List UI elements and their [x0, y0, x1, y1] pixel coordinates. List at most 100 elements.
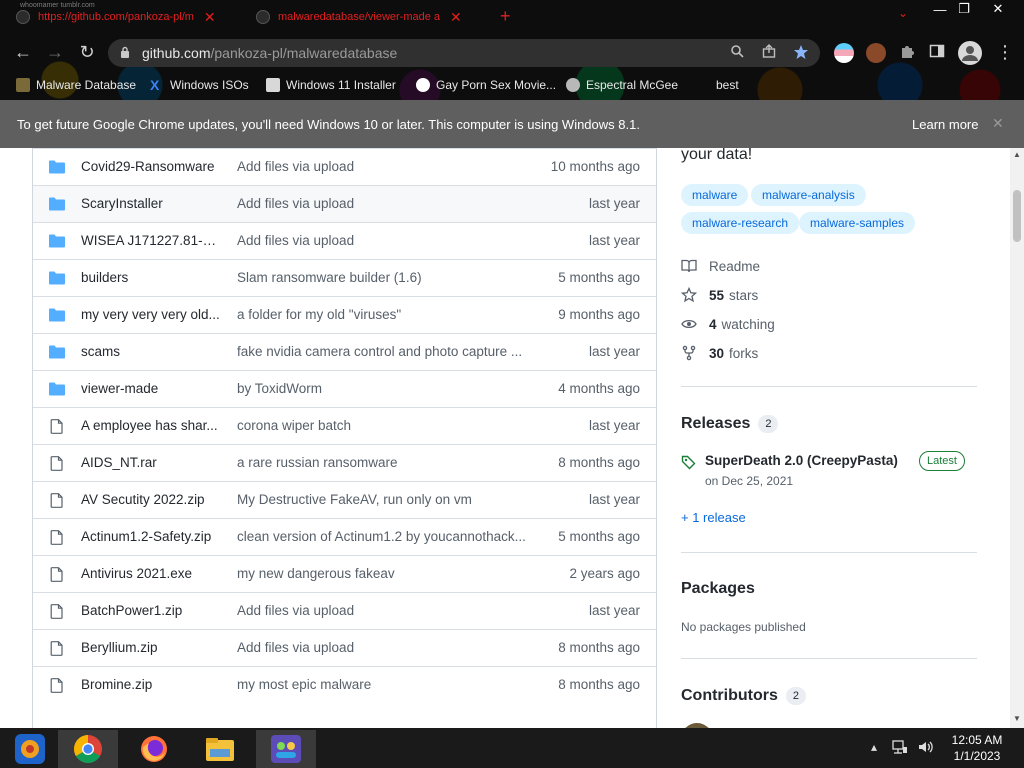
file-name-link[interactable]: Bromine.zip — [81, 677, 223, 692]
tab-close-icon[interactable]: ✕ — [450, 9, 462, 26]
file-row[interactable]: AV Secutity 2022.zip My Destructive FakeA… — [33, 481, 656, 518]
share-icon[interactable] — [760, 44, 778, 62]
bookmark-malware-database[interactable]: Malware Database — [16, 76, 136, 94]
firefox-icon[interactable] — [124, 730, 184, 768]
forward-button[interactable]: → — [44, 42, 66, 64]
topic-malware-research[interactable]: malware-research — [681, 212, 800, 234]
scroll-down-arrow-icon[interactable]: ▼ — [1012, 714, 1022, 723]
file-row[interactable]: Antivirus 2021.exe my new dangerous fakea… — [33, 555, 656, 592]
back-button[interactable]: ← — [12, 42, 34, 64]
profile-avatar-icon[interactable] — [958, 41, 982, 65]
readme-link[interactable]: Readme — [681, 256, 760, 276]
file-row[interactable]: WISEA J171227.81-23... Add files via uplo… — [33, 222, 656, 259]
commit-message-link[interactable]: fake nvidia camera control and photo cap… — [237, 344, 527, 359]
file-row[interactable]: builders Slam ransomware builder (1.6) 5 m… — [33, 259, 656, 296]
file-row[interactable]: BatchPower1.zip Add files via upload last … — [33, 592, 656, 629]
packages-heading[interactable]: Packages — [681, 580, 755, 598]
page-scrollbar[interactable]: ▲ ▼ — [1010, 148, 1024, 728]
volume-icon[interactable] — [917, 739, 933, 758]
file-name-link[interactable]: Actinum1.2-Safety.zip — [81, 529, 223, 544]
stars-link[interactable]: 55 stars — [681, 285, 758, 305]
forks-link[interactable]: 30 forks — [681, 343, 758, 363]
file-name-link[interactable]: Covid29-Ransomware — [81, 159, 223, 174]
learn-more-link[interactable]: Learn more — [912, 117, 978, 132]
close-window-button[interactable]: ✕ — [982, 0, 1014, 18]
file-name-link[interactable]: Beryllium.zip — [81, 640, 223, 655]
file-name-link[interactable]: my very very very old... — [81, 307, 223, 322]
extension-flag-icon[interactable] — [834, 43, 854, 63]
zoom-search-icon[interactable] — [728, 44, 746, 62]
bookmark-star-icon[interactable] — [792, 44, 810, 62]
topic-malware[interactable]: malware — [681, 184, 749, 206]
file-name-link[interactable]: builders — [81, 270, 223, 285]
taskbar-clock[interactable]: 12:05 AM 1/1/2023 — [944, 732, 1010, 764]
file-row[interactable]: scams fake nvidia camera control and phot… — [33, 333, 656, 370]
commit-message-link[interactable]: a folder for my old "viruses" — [237, 307, 527, 322]
commit-message-link[interactable]: Add files via upload — [237, 159, 527, 174]
bookmark-best[interactable]: best — [716, 76, 739, 94]
file-row[interactable]: Bromine.zip my most epic malware 8 months … — [33, 666, 656, 703]
media-player-icon[interactable] — [0, 730, 60, 768]
infobar-close-icon[interactable]: ✕ — [992, 115, 1004, 132]
address-bar[interactable]: github.com/pankoza-pl/malwaredatabase — [108, 39, 820, 67]
new-tab-button[interactable]: + — [500, 6, 511, 26]
file-name-link[interactable]: WISEA J171227.81-23... — [81, 233, 223, 248]
file-row[interactable]: Covid29-Ransomware Add files via upload 10… — [33, 148, 656, 185]
tab-viewer-made[interactable]: malwaredatabase/viewer-made a ✕ — [256, 6, 476, 28]
topic-malware-samples[interactable]: malware-samples — [799, 212, 916, 234]
commit-message-link[interactable]: my most epic malware — [237, 677, 527, 692]
file-name-link[interactable]: BatchPower1.zip — [81, 603, 223, 618]
scroll-up-arrow-icon[interactable]: ▲ — [1012, 150, 1022, 159]
bookmark-windows-11-installer[interactable]: Windows 11 Installer — [266, 76, 396, 94]
reload-button[interactable]: ↻ — [76, 42, 98, 64]
file-row[interactable]: AIDS_NT.rar a rare russian ransomware 8 mo… — [33, 444, 656, 481]
tab-search-icon[interactable]: ⌄ — [898, 6, 908, 20]
commit-message-link[interactable]: Slam ransomware builder (1.6) — [237, 270, 527, 285]
commit-message-link[interactable]: a rare russian ransomware — [237, 455, 527, 470]
commit-message-link[interactable]: Add files via upload — [237, 603, 527, 618]
file-row[interactable]: A employee has shar... corona wiper batch… — [33, 407, 656, 444]
commit-message-link[interactable]: clean version of Actinum1.2 by youcannot… — [237, 529, 527, 544]
file-name-link[interactable]: Antivirus 2021.exe — [81, 566, 223, 581]
file-name-link[interactable]: AV Secutity 2022.zip — [81, 492, 223, 507]
network-icon[interactable] — [892, 739, 908, 758]
side-panel-icon[interactable] — [928, 43, 946, 61]
file-row[interactable]: Actinum1.2-Safety.zip clean version of Ac… — [33, 518, 656, 555]
watching-link[interactable]: 4 watching — [681, 314, 775, 334]
url-text[interactable]: github.com/pankoza-pl/malwaredatabase — [142, 45, 397, 61]
file-name-link[interactable]: AIDS_NT.rar — [81, 455, 223, 470]
lock-icon[interactable] — [120, 46, 130, 58]
file-row[interactable]: ScaryInstaller Add files via upload last y… — [33, 185, 656, 222]
commit-message-link[interactable]: My Destructive FakeAV, run only on vm — [237, 492, 527, 507]
file-row[interactable]: viewer-made by ToxidWorm 4 months ago — [33, 370, 656, 407]
browser-menu-icon[interactable]: ⋮ — [996, 42, 1014, 62]
commit-message-link[interactable]: by ToxidWorm — [237, 381, 527, 396]
tab-github-malwaredatabase[interactable]: https://github.com/pankoza-pl/m ✕ — [16, 6, 238, 28]
people-app-icon[interactable] — [256, 730, 316, 768]
commit-message-link[interactable]: Add files via upload — [237, 640, 527, 655]
release-title[interactable]: SuperDeath 2.0 (CreepyPasta) — [705, 453, 898, 468]
contributors-heading[interactable]: Contributors 2 — [681, 687, 806, 705]
scrollbar-thumb[interactable] — [1013, 190, 1021, 242]
file-name-link[interactable]: scams — [81, 344, 223, 359]
releases-heading[interactable]: Releases 2 — [681, 415, 779, 433]
topic-malware-analysis[interactable]: malware-analysis — [751, 184, 866, 206]
file-row[interactable]: Beryllium.zip Add files via upload 8 month… — [33, 629, 656, 666]
extension-avatar-icon[interactable] — [866, 43, 886, 63]
bookmark-gay-porn-sex-movie[interactable]: Gay Porn Sex Movie... — [416, 76, 556, 94]
tray-chevron-icon[interactable]: ▴ — [871, 740, 877, 754]
file-name-link[interactable]: A employee has shar... — [81, 418, 223, 433]
commit-message-link[interactable]: Add files via upload — [237, 196, 527, 211]
tab-close-icon[interactable]: ✕ — [204, 9, 216, 26]
more-releases-link[interactable]: + 1 release — [681, 510, 746, 525]
extensions-puzzle-icon[interactable] — [898, 43, 916, 61]
file-name-link[interactable]: viewer-made — [81, 381, 223, 396]
bookmark-espectral-mcgee[interactable]: Espectral McGee — [566, 76, 678, 94]
file-name-link[interactable]: ScaryInstaller — [81, 196, 223, 211]
file-row[interactable]: my very very very old... a folder for my … — [33, 296, 656, 333]
bookmark-windows-isos[interactable]: X Windows ISOs — [150, 76, 249, 94]
chrome-icon[interactable] — [58, 730, 118, 768]
restore-button[interactable]: ❐ — [948, 0, 980, 18]
commit-message-link[interactable]: corona wiper batch — [237, 418, 527, 433]
file-explorer-icon[interactable] — [190, 730, 250, 768]
